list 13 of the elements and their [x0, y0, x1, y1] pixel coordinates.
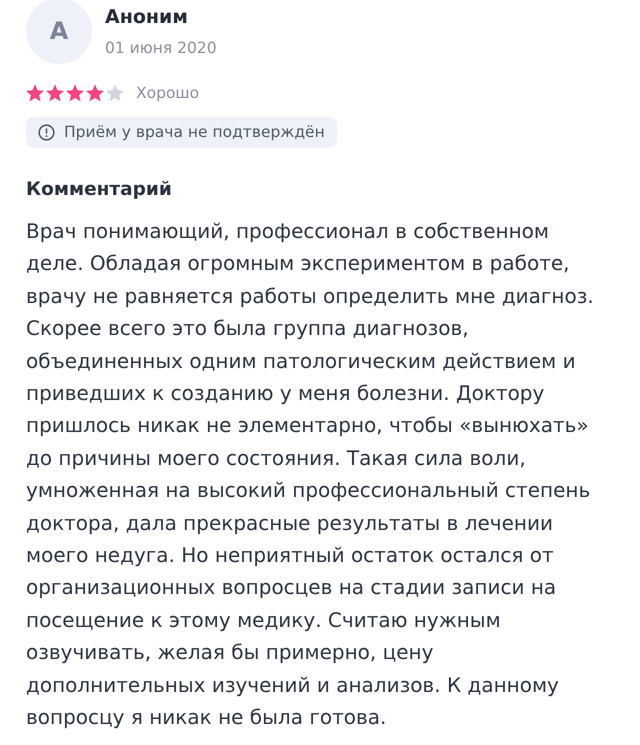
review-date: 01 июня 2020: [105, 38, 217, 58]
filled-star-icon: [86, 84, 104, 102]
filled-star-icon: [46, 84, 64, 102]
rating-label: Хорошо: [136, 84, 200, 102]
comment-heading: Комментарий: [26, 178, 173, 202]
filled-star-icon: [26, 84, 44, 102]
notice-text: Приём у врача не подтверждён: [64, 123, 325, 141]
comment-text: Врач понимающий, профессионал в собственном деле. Обладая огромным экспериментом в работе, врачу не равняется работы определить мне диагноз. Скорее всего это была группа диагнозов, объединенных одним патологическим действием и приведших к созданию у меня болезни. Доктору пришлось никак не элементарно, чтобы «вынюхать» до причины моего состояния. Такая сила воли, умноженная на высокий профессиональный степень доктора, дала прекрасные результаты в лечении моего недуга. Но неприятный остаток остался от организационных вопросцев на стадии записи на посещение к этому медику. Считаю нужным озвучивать, желая бы примерно, цену дополнительных изучений и анализов. К данному вопросцу я никак не была готова.: [26, 218, 595, 732]
avatar-initial: А: [26, 0, 92, 64]
author-name: Аноним: [105, 5, 189, 29]
exclamation-circle-icon: [38, 124, 55, 140]
filled-star-icon: [66, 84, 84, 102]
empty-star-icon: [106, 84, 124, 102]
